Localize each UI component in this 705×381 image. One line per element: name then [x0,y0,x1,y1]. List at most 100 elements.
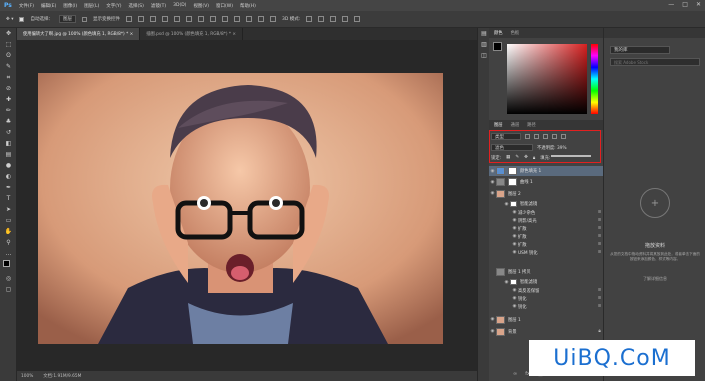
filter-options-icon[interactable]: ≡ [596,288,603,293]
visibility-eye-icon[interactable]: ◉ [511,226,518,231]
canvas-image[interactable] [38,73,443,344]
auto-select-checkbox[interactable] [19,16,25,22]
eyedropper-tool-icon[interactable]: ⊘ [0,83,17,94]
move-tool-icon[interactable]: ✥ ▾ [6,17,13,22]
zoom-tool-icon[interactable]: ⚲ [0,237,17,248]
color-swatches[interactable] [0,259,17,273]
layer-row[interactable]: ◉ 智能滤镜 [489,278,603,286]
layer-row[interactable]: ◉ 阴影/高光 ≡ [489,217,603,224]
tab-document-2[interactable]: 插图.psd @ 100% (颜色填充 1, RGB/8*) * × [140,28,243,40]
distribute-bottom-icon[interactable] [221,16,228,22]
marquee-tool-icon[interactable]: ⬚ [0,39,17,50]
visibility-eye-icon[interactable]: ◉ [489,191,496,196]
menu-3d[interactable]: 3D(D) [173,3,186,8]
auto-align-icon[interactable] [269,16,276,22]
zoom-level[interactable]: 100% [21,374,33,379]
align-right-icon[interactable] [185,16,192,22]
menu-view[interactable]: 视图(V) [193,3,209,9]
layer-row[interactable]: ◉ 扩散 ≡ [489,233,603,240]
gradient-tool-icon[interactable]: ▤ [0,149,17,160]
foreground-color-swatch[interactable] [493,42,502,51]
layer-row[interactable]: ◉ 扩散 ≡ [489,225,603,232]
tab-swatches[interactable]: 色板 [511,30,520,36]
layer-row[interactable]: ◉ 颜色填充 1 [489,166,603,176]
healing-brush-tool-icon[interactable]: ✚ [0,94,17,105]
blur-tool-icon[interactable]: ● [0,160,17,171]
distribute-left-icon[interactable] [233,16,240,22]
auto-select-dropdown[interactable]: 图层 [58,15,76,23]
layer-row[interactable]: ◉ 锐化 ≡ [489,303,603,310]
distribute-middle-icon[interactable] [209,16,216,22]
filter-options-icon[interactable]: ≡ [596,210,603,215]
shape-tool-icon[interactable]: ▭ [0,215,17,226]
visibility-eye-icon[interactable]: ◉ [511,218,518,223]
visibility-eye-icon[interactable]: ◉ [489,329,496,334]
menu-filter[interactable]: 滤镜(T) [151,3,166,9]
menu-image[interactable]: 图像(I) [63,3,77,9]
lasso-tool-icon[interactable]: ʘ [0,50,17,61]
visibility-eye-icon[interactable]: ◉ [511,210,518,215]
menu-edit[interactable]: 编辑(E) [41,3,56,9]
library-dropdown[interactable]: 我的库 [610,46,670,54]
layer-row[interactable]: ◉ 图层 1 拷贝 [489,266,603,277]
move-tool-icon[interactable]: ✥ [0,28,17,39]
quick-select-tool-icon[interactable]: ✎ [0,61,17,72]
show-transform-checkbox[interactable] [81,16,87,22]
visibility-eye-icon[interactable]: ◉ [489,317,496,322]
link-layers-icon[interactable]: ∞ [513,371,517,379]
align-bottom-icon[interactable] [149,16,156,22]
layer-row[interactable]: ◉ 图层 1 [489,314,603,325]
clone-stamp-tool-icon[interactable]: ♣ [0,116,17,127]
align-middle-icon[interactable] [137,16,144,22]
history-brush-tool-icon[interactable]: ↺ [0,127,17,138]
filter-options-icon[interactable]: ≡ [596,296,603,301]
3d-slide-icon[interactable] [342,16,349,22]
menu-window[interactable]: 窗口(W) [216,3,233,9]
3d-roll-icon[interactable] [318,16,325,22]
layer-row[interactable]: ◉ 减少杂色 ≡ [489,209,603,216]
filter-options-icon[interactable]: ≡ [596,234,603,239]
menu-type[interactable]: 文字(Y) [106,3,121,9]
visibility-eye-icon[interactable]: ◉ [489,180,496,185]
visibility-eye-icon[interactable]: ◉ [503,280,510,285]
color-field[interactable] [507,44,587,114]
align-center-icon[interactable] [173,16,180,22]
hue-slider[interactable] [591,44,598,114]
visibility-eye-icon[interactable]: ◉ [511,250,518,255]
layer-row[interactable]: ◉ USM 锐化 ≡ [489,249,603,256]
filter-options-icon[interactable]: ≡ [596,304,603,309]
layer-row[interactable]: ◉ 背景 🔒︎ [489,326,603,337]
layer-row[interactable]: ◉ 扩散 ≡ [489,241,603,248]
type-tool-icon[interactable]: T [0,193,17,204]
layer-row[interactable]: ◉ 曲线 1 [489,177,603,187]
tab-channels[interactable]: 通道 [511,122,520,128]
tab-color[interactable]: 颜色 [494,30,503,36]
tab-layers[interactable]: 图层 [494,122,503,128]
layer-row[interactable]: ◉ 锐化 ≡ [489,295,603,302]
visibility-eye-icon[interactable]: ◉ [511,234,518,239]
close-icon[interactable]: × [231,32,236,37]
layer-row[interactable]: ◉ 高反差保留 ≡ [489,287,603,294]
3d-pan-icon[interactable] [330,16,337,22]
visibility-eye-icon[interactable]: ◉ [511,304,518,309]
visibility-eye-icon[interactable]: ◉ [511,288,518,293]
distribute-top-icon[interactable] [197,16,204,22]
path-select-tool-icon[interactable]: ➤ [0,204,17,215]
3d-rotate-icon[interactable] [306,16,313,22]
filter-options-icon[interactable]: ≡ [596,242,603,247]
more-tools-icon[interactable]: … [0,248,17,259]
quick-mask-icon[interactable]: ◎ [0,273,17,284]
screen-mode-icon[interactable]: ▢ [0,284,17,295]
close-icon[interactable]: × [128,32,134,37]
visibility-eye-icon[interactable]: ◉ [503,202,510,207]
distribute-right-icon[interactable] [257,16,264,22]
visibility-eye-icon[interactable]: ◉ [511,242,518,247]
filter-options-icon[interactable]: ≡ [596,218,603,223]
layer-row[interactable]: ◉ 图层 2 [489,188,603,199]
library-search-input[interactable] [610,58,700,66]
tab-paths[interactable]: 路径 [527,122,536,128]
dodge-tool-icon[interactable]: ◐ [0,171,17,182]
brush-tool-icon[interactable]: ✏ [0,105,17,116]
crop-tool-icon[interactable]: ⌗ [0,72,17,83]
menu-file[interactable]: 文件(F) [19,3,34,9]
